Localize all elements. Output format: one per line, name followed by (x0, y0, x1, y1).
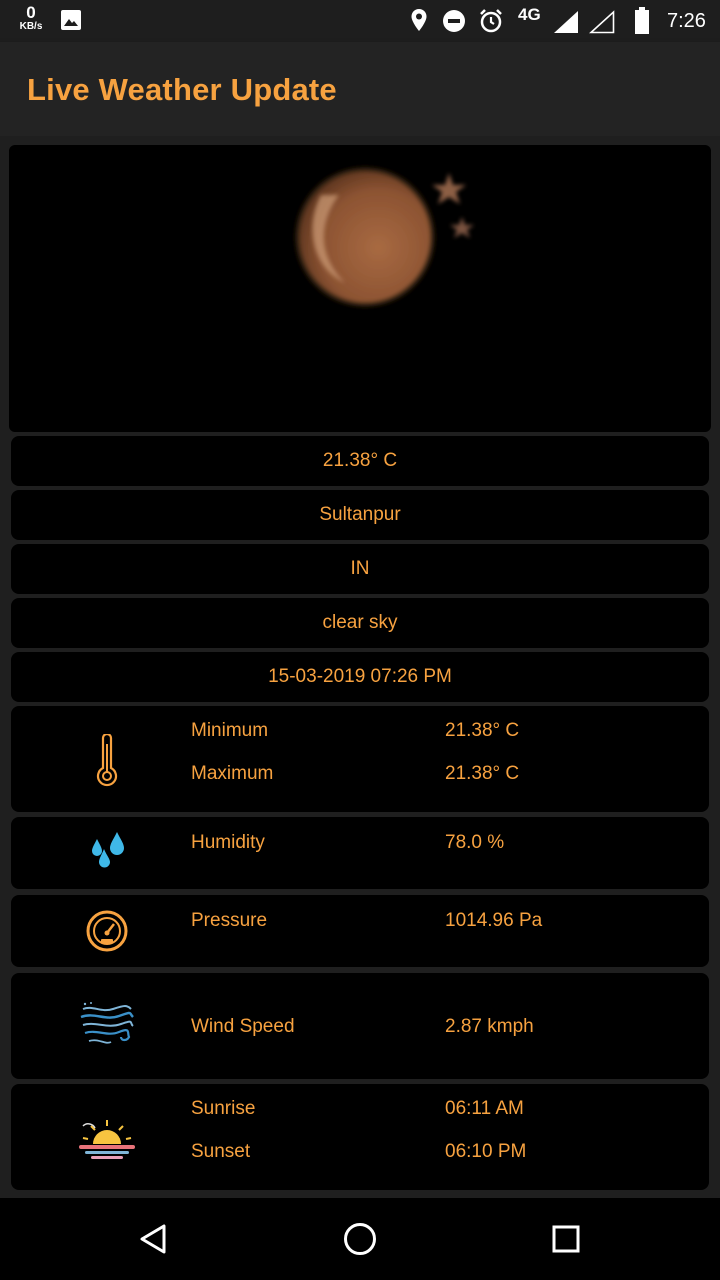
wind-speed-label: Wind Speed (191, 1016, 295, 1037)
app-bar: Live Weather Update (0, 42, 720, 136)
date-time: 15-03-2019 07:26 PM (268, 666, 452, 687)
minimum-label: Minimum (191, 720, 269, 741)
humidity-label: Humidity (191, 832, 265, 853)
clock: 7:26 (667, 10, 706, 32)
network-speed-unit: KB/s (19, 21, 43, 32)
network-type: 4G (518, 5, 541, 24)
weather-description: clear sky (322, 612, 398, 633)
status-bar: 0 KB/s 4G 7:26 (0, 0, 720, 42)
navigation-bar (0, 1198, 720, 1280)
sunrise-label: Sunrise (191, 1098, 256, 1119)
datetime-row: 15-03-2019 07:26 PM (11, 652, 709, 702)
sunrise-icon (77, 1116, 137, 1168)
temperature-row: 21.38° C (11, 436, 709, 486)
network-speed-value: 0 (26, 3, 36, 22)
location-icon (410, 8, 428, 37)
country-code: IN (350, 558, 370, 579)
image-icon (60, 9, 82, 36)
signal-icon (553, 10, 579, 39)
weather-hero (9, 145, 711, 432)
maximum-label: Maximum (191, 763, 274, 784)
city-row: Sultanpur (11, 490, 709, 540)
country-row: IN (11, 544, 709, 594)
alarm-icon (478, 8, 504, 39)
weather-content[interactable]: 21.38° C Sultanpur IN clear sky 15-03-20… (0, 136, 720, 1198)
sunrise-value: 06:11 AM (445, 1098, 524, 1119)
wind-icon (79, 1001, 135, 1057)
current-temperature: 21.38° C (322, 450, 398, 471)
water-drops-icon (89, 831, 127, 879)
wind-card: Wind Speed 2.87 kmph (11, 973, 709, 1079)
temperature-range-card: Minimum 21.38° C Maximum 21.38° C (11, 706, 709, 812)
humidity-value: 78.0 % (445, 832, 505, 853)
humidity-card: Humidity 78.0 % (11, 817, 709, 889)
battery-icon (634, 7, 650, 40)
back-icon[interactable] (132, 1218, 174, 1260)
signal-empty-icon (588, 10, 615, 39)
wind-speed-value: 2.87 kmph (445, 1016, 534, 1037)
pressure-value: 1014.96 Pa (445, 910, 543, 931)
do-not-disturb-icon (442, 9, 466, 38)
description-row: clear sky (11, 598, 709, 648)
pressure-label: Pressure (191, 910, 268, 931)
app-title: Live Weather Update (27, 72, 337, 107)
moon-stars-icon (279, 155, 479, 330)
sunset-label: Sunset (191, 1141, 251, 1162)
gauge-icon (85, 909, 129, 959)
sunset-value: 06:10 PM (445, 1141, 527, 1162)
pressure-card: Pressure 1014.96 Pa (11, 895, 709, 967)
sunrise-sunset-card: Sunrise 06:11 AM Sunset 06:10 PM (11, 1084, 709, 1190)
minimum-value: 21.38° C (445, 720, 520, 741)
network-speed: 0 KB/s (16, 4, 46, 32)
home-icon[interactable] (339, 1218, 381, 1260)
maximum-value: 21.38° C (445, 763, 520, 784)
recents-icon[interactable] (545, 1218, 587, 1260)
thermometer-icon (95, 732, 119, 794)
city-name: Sultanpur (319, 504, 401, 525)
